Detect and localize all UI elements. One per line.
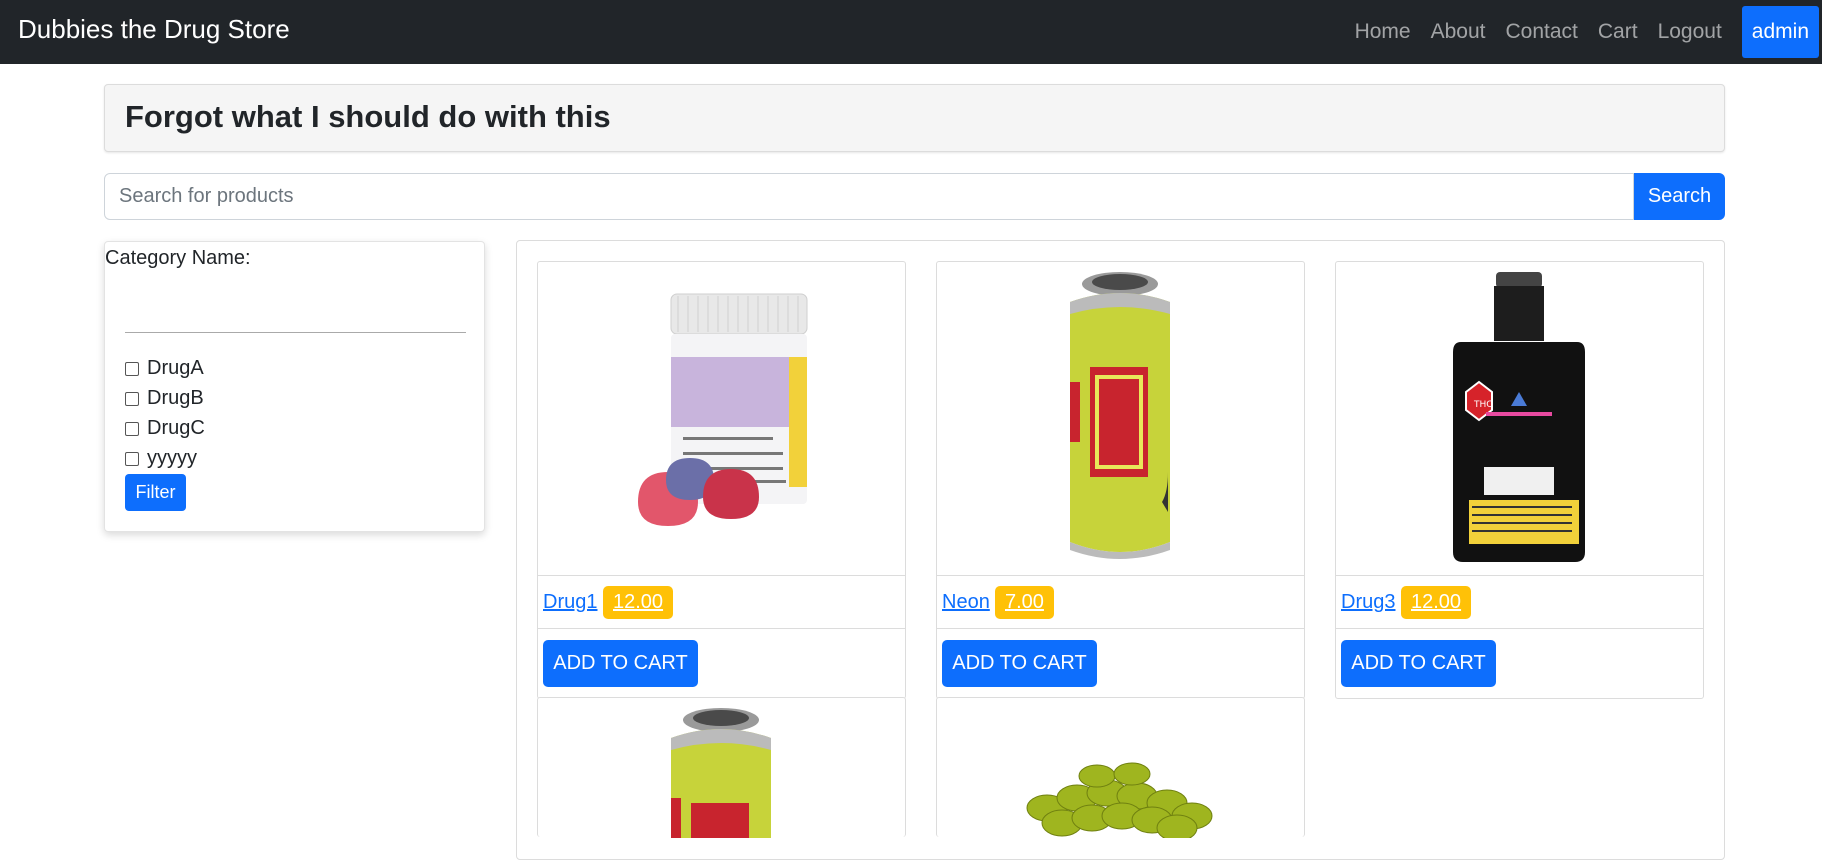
nav-links: Home About Contact Cart Logout admin [1355,0,1822,64]
search-input[interactable] [104,173,1634,220]
product-image-green-softgels[interactable] [937,698,1304,838]
category-item-label: yyyyy [147,447,197,469]
checkbox[interactable] [125,421,139,436]
filter-button[interactable]: Filter [125,474,186,511]
category-item[interactable]: DrugA [125,357,204,380]
category-item[interactable]: yyyyy [125,447,197,470]
navbar: Dubbies the Drug Store Home About Contac… [0,0,1822,64]
page-title: Forgot what I should do with this [125,99,611,134]
svg-text:THC: THC [1473,400,1493,410]
add-to-cart-button[interactable]: ADD TO CART [543,640,698,687]
product-card: Neon 7.00 ADD TO CART [936,261,1305,699]
category-label: Category Name: [105,247,251,269]
product-image-drink-can[interactable] [538,698,905,838]
price-badge: 7.00 [995,586,1054,619]
divider [125,332,466,333]
product-name-link[interactable]: Neon [942,591,990,614]
nav-home-link[interactable]: Home [1355,20,1411,44]
product-card [537,697,906,838]
product-info-row: Drug1 12.00 [538,575,905,629]
checkbox[interactable] [125,361,139,376]
category-item-label: DrugA [147,357,204,379]
product-card [936,697,1305,838]
product-info-row: Neon 7.00 [937,575,1304,629]
category-item[interactable]: DrugC [125,417,205,440]
product-card: Drug1 12.00 ADD TO CART [537,261,906,699]
product-name-link[interactable]: Drug3 [1341,591,1395,614]
nav-contact-link[interactable]: Contact [1506,20,1578,44]
checkbox[interactable] [125,391,139,406]
checkbox[interactable] [125,451,139,466]
category-item-label: DrugB [147,387,204,409]
admin-button[interactable]: admin [1741,6,1819,58]
product-card: THC Drug3 12.00 ADD TO CART [1335,261,1704,699]
product-grid: Drug1 12.00 ADD TO CART Neon 7.00 ADD TO… [516,240,1725,860]
add-to-cart-button[interactable]: ADD TO CART [1341,640,1496,687]
brand-link[interactable]: Dubbies the Drug Store [18,14,290,45]
product-image-black-bottle[interactable]: THC [1336,262,1703,575]
category-item-label: DrugC [147,417,205,439]
search-button[interactable]: Search [1634,173,1725,220]
price-badge: 12.00 [1401,586,1472,619]
product-image-drink-can[interactable] [937,262,1304,575]
product-image-gummies-jar[interactable] [538,262,905,575]
category-filter-panel: Category Name: DrugA DrugB DrugC yyyyy F… [104,241,485,532]
nav-cart-link[interactable]: Cart [1598,20,1638,44]
page-header: Forgot what I should do with this [104,84,1725,152]
add-to-cart-button[interactable]: ADD TO CART [942,640,1097,687]
nav-about-link[interactable]: About [1431,20,1486,44]
category-item[interactable]: DrugB [125,387,204,410]
nav-logout-link[interactable]: Logout [1658,20,1722,44]
product-info-row: Drug3 12.00 [1336,575,1703,629]
product-name-link[interactable]: Drug1 [543,591,597,614]
price-badge: 12.00 [603,586,674,619]
